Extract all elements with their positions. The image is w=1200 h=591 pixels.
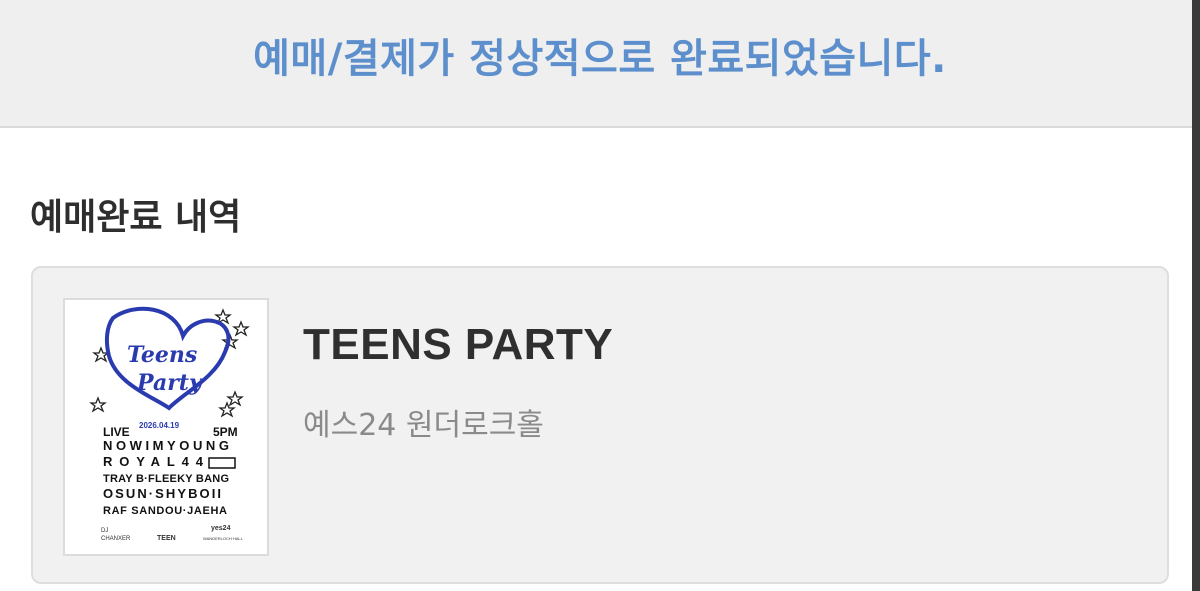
poster-lineup-2: ROYAL44 bbox=[103, 454, 204, 469]
event-title: TEENS PARTY bbox=[303, 320, 614, 369]
poster-logo-line1: Teens bbox=[127, 342, 197, 368]
completion-banner: 예매/결제가 정상적으로 완료되었습니다. bbox=[0, 0, 1200, 128]
poster-live: LIVE bbox=[103, 425, 130, 439]
poster-dj-name: CHANXER bbox=[101, 536, 131, 542]
poster-date: 2026.04.19 bbox=[139, 421, 180, 430]
section-title: 예매완료 내역 bbox=[30, 197, 242, 238]
scrollbar[interactable] bbox=[1192, 0, 1200, 591]
poster-brand-right: yes24 bbox=[211, 525, 231, 532]
poster-brand-right-sub: WANDERLOCH HALL bbox=[203, 536, 244, 541]
poster-lineup-4: OSUN·SHYBOII bbox=[103, 486, 221, 501]
booking-card[interactable]: Teens Party LIVE 2026.04.19 5PM NOWIMYOU… bbox=[31, 266, 1169, 584]
poster-lineup-5: RAF SANDOU·JAEHA bbox=[103, 505, 227, 517]
poster-logo-line2: Party bbox=[136, 370, 204, 396]
poster-brand-center: TEEN bbox=[157, 535, 176, 542]
poster-lineup-3: TRAY B·FLEEKY BANG bbox=[103, 473, 229, 485]
completion-message: 예매/결제가 정상적으로 완료되었습니다. bbox=[253, 36, 947, 82]
event-venue: 예스24 원더로크홀 bbox=[303, 408, 544, 443]
poster-lineup-1: NOWIMYOUNG bbox=[103, 438, 229, 453]
event-poster: Teens Party LIVE 2026.04.19 5PM NOWIMYOU… bbox=[63, 298, 269, 556]
poster-dj-label: DJ bbox=[101, 528, 108, 534]
poster-time: 5PM bbox=[213, 425, 238, 439]
